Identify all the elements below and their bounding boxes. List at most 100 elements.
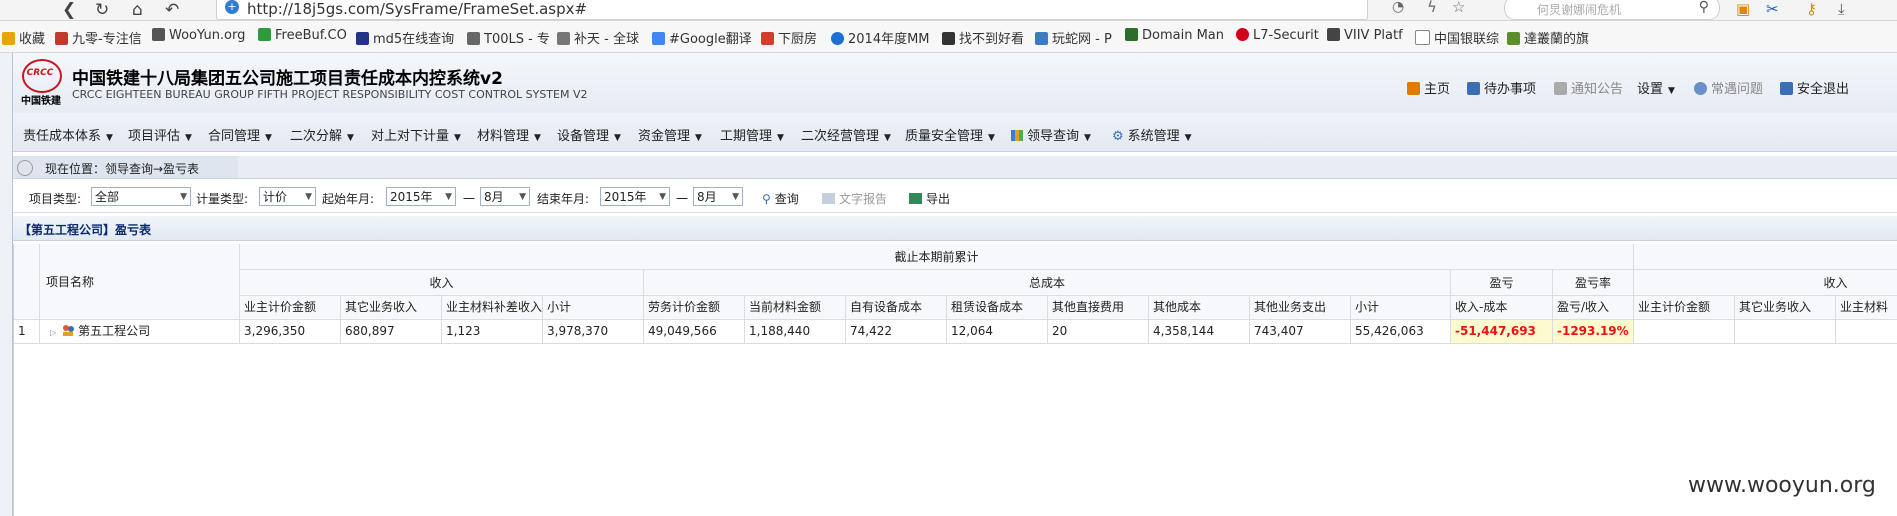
bookmark-icon <box>152 28 165 41</box>
col-header: 其他业务支出 <box>1250 296 1351 320</box>
col-header: 其他直接费用 <box>1048 296 1149 320</box>
extension-icon[interactable]: ▣ <box>1736 0 1750 18</box>
project-type-select[interactable]: 全部 ▼ <box>91 187 191 206</box>
bookmark-icon <box>652 32 665 45</box>
menu-item[interactable]: 二次经营管理 ▼ <box>801 125 891 144</box>
document-icon <box>822 193 835 204</box>
bookmark-item[interactable]: md5在线查询 <box>356 28 454 47</box>
measure-type-select[interactable]: 计价 ▼ <box>259 187 316 206</box>
menu-item[interactable]: 资金管理 ▼ <box>638 125 702 144</box>
bookmark-item[interactable]: FreeBuf.CO <box>258 28 347 43</box>
bookmark-item[interactable]: 补天 - 全球 <box>557 28 639 47</box>
home-link[interactable]: 主页 <box>1407 78 1450 97</box>
search-icon: ⚲ <box>762 192 771 206</box>
scissors-icon[interactable]: ✂ <box>1766 0 1779 18</box>
download-icon[interactable]: ⤓ <box>1838 0 1845 18</box>
left-collapse-strip[interactable] <box>0 53 13 516</box>
col-header: 小计 <box>1351 296 1451 320</box>
watermark: www.wooyun.org <box>1688 473 1876 498</box>
speed-icon[interactable]: ◔ <box>1392 0 1404 15</box>
bookmark-icon <box>258 28 271 41</box>
menu-item[interactable]: 材料管理 ▼ <box>477 125 541 144</box>
bookmark-item[interactable]: 玩蛇网 - P <box>1035 28 1112 47</box>
browser-search-input[interactable]: 何炅谢娜闹危机 ⚲ <box>1504 0 1720 20</box>
bookmark-item[interactable]: 九零-专注信 <box>55 28 142 47</box>
undo-icon[interactable]: ↶ <box>165 0 179 20</box>
todo-link[interactable]: 待办事项 <box>1467 78 1536 97</box>
group-cumulative-2 <box>1634 244 1897 270</box>
bookmark-icon <box>1327 28 1340 41</box>
chart-icon <box>1011 130 1023 141</box>
chevron-down-icon: ▼ <box>659 192 666 202</box>
profit-loss-grid: 项目名称 截止本期前累计 收入 总成本 盈亏 盈亏率 收入 业主计价金额 其它业… <box>13 244 1897 516</box>
text-report-button[interactable]: 文字报告 <box>822 190 887 207</box>
bookmark-item[interactable]: Domain Man <box>1125 28 1224 43</box>
end-year-select[interactable]: 2015年 ▼ <box>600 187 670 206</box>
bolt-icon[interactable]: ϟ <box>1427 0 1437 16</box>
caret-down-icon: ▼ <box>1184 133 1192 143</box>
col-header: 劳务计价金额 <box>644 296 745 320</box>
bookmark-icon <box>761 32 774 45</box>
bookmark-item[interactable]: 找不到好看 <box>942 28 1024 47</box>
cell-value: 743,407 <box>1250 320 1351 344</box>
cell-value <box>1836 320 1897 344</box>
caret-down-icon: ▼ <box>695 133 702 143</box>
bookmark-item[interactable]: WooYun.org <box>152 28 245 43</box>
menu-item[interactable]: 设备管理 ▼ <box>557 125 621 144</box>
rate-cell: -1293.19% <box>1553 320 1634 344</box>
menu-item[interactable]: ⚙ 系统管理 ▼ <box>1112 125 1192 144</box>
back-icon[interactable]: ❮ <box>62 0 76 20</box>
home-icon[interactable]: ⌂ <box>132 0 143 20</box>
bookmark-item[interactable]: T00LS - 专 <box>467 28 550 47</box>
settings-menu[interactable]: 设置 ▼ <box>1637 78 1675 97</box>
search-icon[interactable]: ⚲ <box>1699 0 1709 15</box>
bookmark-item[interactable]: 2014年度MM <box>831 28 930 47</box>
todo-icon <box>1467 82 1480 95</box>
col-header: 当前材料金额 <box>745 296 846 320</box>
menu-item[interactable]: 责任成本体系 ▼ <box>23 125 113 144</box>
col-header: 业主材料补差收入 <box>442 296 543 320</box>
query-button[interactable]: ⚲ 查询 <box>762 190 799 207</box>
bookmark-item[interactable]: #Google翻译 <box>652 28 752 47</box>
notice-link[interactable]: 通知公告 <box>1554 78 1623 97</box>
end-month-select[interactable]: 8月 ▼ <box>693 187 743 206</box>
star-icon[interactable]: ☆ <box>1452 0 1465 16</box>
system-title: 中国铁建十八局集团五公司施工项目责任成本内控系统v2 <box>72 69 503 89</box>
app-header: CRCC 中国铁建 中国铁建十八局集团五公司施工项目责任成本内控系统v2 CRC… <box>0 53 1897 113</box>
logout-link[interactable]: 安全退出 <box>1780 78 1849 97</box>
bookmark-item[interactable]: 中国银联综 <box>1415 28 1499 47</box>
menu-item[interactable]: 合同管理 ▼ <box>208 125 272 144</box>
caret-down-icon: ▼ <box>106 133 113 143</box>
export-button[interactable]: 导出 <box>909 190 950 207</box>
start-month-select[interactable]: 8月 ▼ <box>480 187 530 206</box>
menu-item[interactable]: 工期管理 ▼ <box>720 125 784 144</box>
bookmark-item[interactable]: 下厨房 <box>761 28 817 47</box>
company-logo: CRCC 中国铁建 <box>18 59 62 107</box>
col-header: 小计 <box>543 296 644 320</box>
project-name-cell[interactable]: ▷ 第五工程公司 <box>40 320 240 344</box>
caret-down-icon: ▼ <box>265 133 272 143</box>
bookmark-icon <box>557 32 570 45</box>
dash-text: 一 <box>463 192 476 206</box>
menu-item[interactable]: 项目评估 ▼ <box>128 125 192 144</box>
group-income-2: 收入 <box>1634 270 1897 296</box>
menu-item[interactable]: 二次分解 ▼ <box>290 125 354 144</box>
bookmarks-bar: 收藏 九零-专注信 WooYun.org FreeBuf.CO md5在线查询 … <box>0 21 1897 53</box>
dash-text: 一 <box>676 192 689 206</box>
start-year-select[interactable]: 2015年 ▼ <box>386 187 456 206</box>
bookmark-item[interactable]: L7-Securit <box>1236 28 1319 43</box>
bookmark-item[interactable]: VIIV Platf <box>1327 28 1403 43</box>
menu-item[interactable]: 质量安全管理 ▼ <box>905 125 995 144</box>
bookmark-item[interactable]: 收藏 <box>2 28 45 47</box>
menu-item[interactable]: 领导查询 ▼ <box>1011 125 1091 144</box>
address-bar[interactable]: + http://18j5gs.com/SysFrame/FrameSet.as… <box>216 0 1465 20</box>
menu-item[interactable]: 对上对下计量 ▼ <box>371 125 461 144</box>
faq-link[interactable]: 常遇问题 <box>1694 78 1763 97</box>
key-icon[interactable]: ⚷ <box>1806 0 1817 18</box>
bookmark-icon <box>1415 30 1430 45</box>
expand-icon[interactable]: ▷ <box>50 328 56 337</box>
cell-value: 74,422 <box>846 320 947 344</box>
bookmark-icon <box>1236 28 1249 41</box>
reload-icon[interactable]: ↻ <box>95 0 109 20</box>
bookmark-item[interactable]: 達叢蘭的旗 <box>1507 28 1589 47</box>
